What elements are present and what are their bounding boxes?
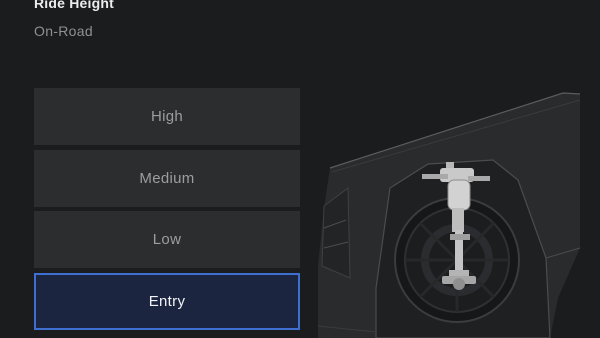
option-low-button[interactable]: Low <box>34 211 300 268</box>
vehicle-suspension-illustration <box>318 92 581 338</box>
option-entry-button[interactable]: Entry <box>34 272 300 330</box>
ride-height-options: High Medium Low Entry <box>34 88 300 334</box>
mode-subtitle: On-Road <box>34 23 93 39</box>
ride-height-panel: Ride Height On-Road High Medium Low Entr… <box>0 0 600 338</box>
page-title: Ride Height <box>34 0 114 11</box>
option-high-button[interactable]: High <box>34 88 300 145</box>
option-medium-button[interactable]: Medium <box>34 149 300 207</box>
